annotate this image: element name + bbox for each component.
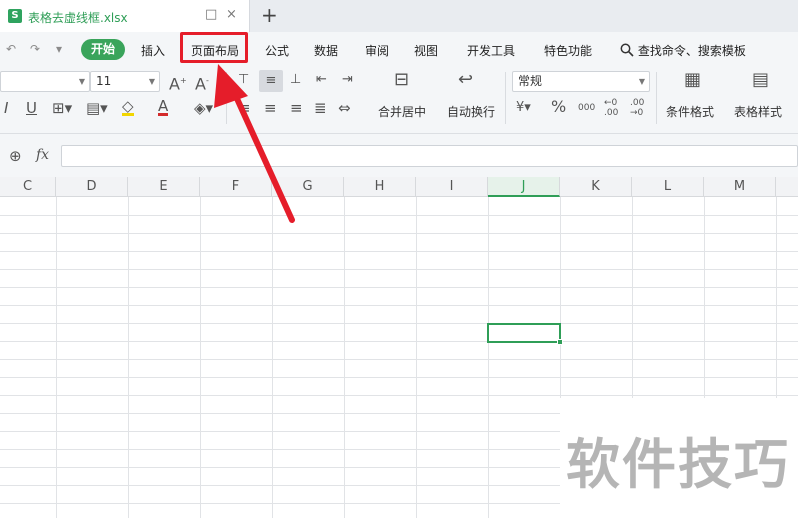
- column-header-c[interactable]: C: [0, 177, 56, 197]
- search-label: 查找命令、搜索模板: [637, 44, 746, 58]
- command-search[interactable]: 查找命令、搜索模板: [620, 42, 746, 59]
- redo-icon[interactable]: ↷: [30, 42, 40, 56]
- menu-review[interactable]: 审阅: [365, 42, 389, 59]
- column-header-g[interactable]: G: [272, 177, 344, 197]
- align-right-icon[interactable]: ≡: [290, 100, 303, 116]
- font-size-value: 11: [96, 74, 112, 88]
- chevron-down-icon: ▼: [148, 77, 155, 86]
- merge-center-label[interactable]: 合并居中: [378, 103, 426, 120]
- increase-indent-icon[interactable]: ⇥: [342, 72, 353, 88]
- underline-icon[interactable]: U: [26, 100, 37, 116]
- column-header-i[interactable]: I: [416, 177, 488, 197]
- conditional-format-icon[interactable]: ▦: [684, 71, 701, 89]
- menu-special-features[interactable]: 特色功能: [544, 42, 592, 59]
- menu-developer[interactable]: 开发工具: [467, 42, 515, 59]
- decrease-indent-icon[interactable]: ⇤: [316, 72, 327, 88]
- distributed-align-icon[interactable]: ⇔: [338, 100, 351, 116]
- merge-cells-icon[interactable]: ⊟: [394, 71, 409, 89]
- font-color-icon[interactable]: A: [158, 99, 169, 116]
- clear-format-icon[interactable]: ◈▾: [194, 100, 213, 116]
- close-tab-icon[interactable]: ×: [226, 7, 237, 22]
- chevron-down-icon: ▼: [638, 77, 645, 86]
- italic-icon[interactable]: I: [4, 100, 8, 116]
- column-header-k[interactable]: K: [560, 177, 632, 197]
- divider: [505, 72, 506, 124]
- divider: [656, 72, 657, 124]
- number-format-value: 常规: [518, 74, 543, 88]
- spreadsheet-icon: S: [8, 9, 22, 23]
- align-left-icon[interactable]: ≡: [238, 100, 251, 116]
- decrease-decimal-icon[interactable]: .00 →0: [630, 98, 650, 118]
- new-tab-button[interactable]: +: [261, 3, 278, 27]
- menu-view[interactable]: 视图: [414, 42, 438, 59]
- undo-icon[interactable]: ↶: [6, 42, 16, 56]
- currency-icon[interactable]: ¥▾: [516, 100, 531, 116]
- document-title: 表格去虚线框.xlsx: [28, 11, 128, 25]
- formula-input[interactable]: [61, 145, 798, 167]
- decrease-font-size-icon[interactable]: A-: [195, 73, 209, 92]
- table-style-label[interactable]: 表格样式: [734, 103, 782, 120]
- align-top-icon[interactable]: ⊤: [238, 72, 249, 88]
- column-header-h[interactable]: H: [344, 177, 416, 197]
- tab-bar: S 表格去虚线框.xlsx □ × +: [0, 0, 798, 32]
- align-center-icon[interactable]: ≡: [264, 100, 277, 116]
- currency-symbol: ¥: [516, 100, 525, 115]
- column-header-j[interactable]: J: [488, 177, 560, 197]
- number-format-select[interactable]: 常规 ▼: [512, 71, 650, 92]
- column-header-row: C D E F G H I J K L M: [0, 177, 798, 197]
- align-bottom-icon[interactable]: ⊥: [290, 72, 301, 88]
- table-style-icon[interactable]: ▤: [752, 71, 769, 89]
- increase-font-size-icon[interactable]: A+: [169, 73, 187, 92]
- wrap-text-label[interactable]: 自动换行: [447, 103, 495, 120]
- chevron-down-icon: ▼: [78, 77, 85, 86]
- quick-access-more-icon[interactable]: ▾: [56, 42, 62, 56]
- conditional-format-label[interactable]: 条件格式: [666, 103, 714, 120]
- cell-style-icon[interactable]: ▤▾: [86, 100, 108, 116]
- page-layout-highlight: [180, 32, 248, 63]
- divider: [226, 72, 227, 124]
- watermark-text: 软件技巧: [566, 433, 790, 496]
- spreadsheet-app: S 表格去虚线框.xlsx □ × + ↶ ↷ ▾ 插入 页面布局 公式 数据 …: [0, 0, 798, 518]
- menu-insert[interactable]: 插入: [141, 42, 165, 59]
- thousands-separator-icon[interactable]: 000: [578, 100, 595, 116]
- font-name-select[interactable]: ▼: [0, 71, 90, 92]
- justify-icon[interactable]: ≣: [314, 100, 327, 116]
- selected-cell[interactable]: [487, 323, 561, 343]
- search-icon: [620, 43, 634, 57]
- fill-color-icon[interactable]: ◇: [122, 99, 134, 116]
- ribbon-toolbar: ▼ 11 ▼ A+ A- I U ⊞▾ ▤▾ ◇ A ◈▾ ⊤ ≡ ⊥ ⇤ ⇥ ≡…: [0, 66, 798, 134]
- align-middle-icon[interactable]: ≡: [259, 70, 283, 92]
- fill-handle[interactable]: [557, 339, 563, 345]
- menu-formulas[interactable]: 公式: [265, 42, 289, 59]
- zoom-icon[interactable]: ⊕: [9, 147, 22, 165]
- column-header-f[interactable]: F: [200, 177, 272, 197]
- percent-icon[interactable]: %: [551, 99, 566, 115]
- menu-home[interactable]: 开始: [81, 39, 125, 60]
- font-size-select[interactable]: 11 ▼: [90, 71, 160, 92]
- fx-icon[interactable]: fx: [36, 147, 49, 163]
- increase-decimal-icon[interactable]: ←0 .00: [604, 98, 624, 118]
- column-header-l[interactable]: L: [632, 177, 704, 197]
- wrap-text-icon[interactable]: ↩: [458, 71, 473, 89]
- column-header-e[interactable]: E: [128, 177, 200, 197]
- column-header-d[interactable]: D: [56, 177, 128, 197]
- column-header-m[interactable]: M: [704, 177, 776, 197]
- border-icon[interactable]: ⊞▾: [52, 100, 72, 116]
- document-tab[interactable]: S 表格去虚线框.xlsx □ ×: [0, 0, 250, 32]
- pin-window-icon[interactable]: □: [205, 7, 217, 22]
- menu-data[interactable]: 数据: [314, 42, 338, 59]
